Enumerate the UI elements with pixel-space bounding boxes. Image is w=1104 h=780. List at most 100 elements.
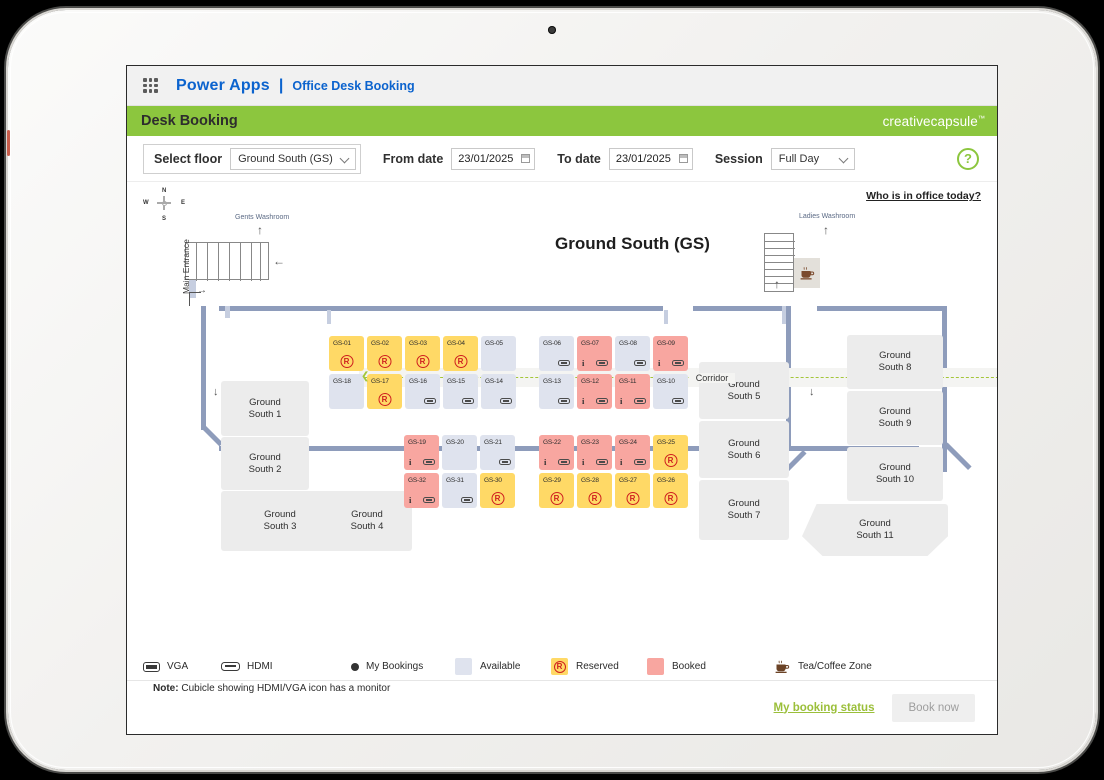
desk-gs-09[interactable]: GS-09i — [653, 336, 688, 371]
hdmi-icon — [596, 398, 608, 404]
desk-gs-02[interactable]: GS-02R — [367, 336, 402, 371]
info-icon[interactable]: i — [658, 358, 660, 368]
desk-gs-05[interactable]: GS-05 — [481, 336, 516, 371]
to-date-label: To date — [557, 152, 601, 166]
to-date-input[interactable]: 23/01/2025 — [609, 148, 693, 170]
room-ground-south-4[interactable]: GroundSouth 4 — [322, 491, 412, 551]
reserved-icon: R — [550, 492, 563, 505]
desk-id-label: GS-18 — [333, 378, 351, 385]
desk-block-d: GS-22iGS-23iGS-24iGS-25RGS-29RGS-28RGS-2… — [539, 435, 688, 508]
hdmi-icon — [221, 662, 240, 671]
desk-gs-01[interactable]: GS-01 R — [329, 336, 364, 371]
desk-id-label: GS-11 — [619, 378, 636, 385]
ladies-washroom-arrow-icon: ↑ — [823, 224, 829, 236]
desk-gs-16[interactable]: GS-16 — [405, 374, 440, 409]
help-icon[interactable]: ? — [957, 148, 979, 170]
desk-gs-21[interactable]: GS-21 — [480, 435, 515, 470]
powerapps-title[interactable]: Power Apps — [176, 77, 270, 95]
vga-icon — [143, 662, 160, 672]
corridor-label: Corridor — [689, 373, 736, 383]
reserved-icon: R — [340, 355, 353, 368]
desk-gs-12[interactable]: GS-12 i — [577, 374, 612, 409]
desk-id-label: GS-23 — [581, 439, 599, 446]
desk-id-label: GS-08 — [619, 340, 637, 347]
desk-gs-25[interactable]: GS-25R — [653, 435, 688, 470]
desk-id-label: GS-21 — [484, 439, 502, 446]
room-ground-south-1[interactable]: GroundSouth 1 — [221, 381, 309, 436]
room-ground-south-5[interactable]: GroundSouth 5 — [699, 362, 789, 419]
desk-gs-31[interactable]: GS-31 — [442, 473, 477, 508]
desk-gs-28[interactable]: GS-28R — [577, 473, 612, 508]
info-icon[interactable]: i — [544, 457, 546, 467]
room-ground-south-9[interactable]: GroundSouth 9 — [847, 391, 943, 445]
reserved-icon: R — [626, 492, 639, 505]
info-icon[interactable]: i — [582, 358, 584, 368]
info-icon[interactable]: i — [620, 457, 622, 467]
who-is-in-office-link[interactable]: Who is in office today? — [866, 190, 981, 202]
room-ground-south-11[interactable]: GroundSouth 11 — [802, 504, 948, 556]
desk-gs-30[interactable]: GS-30R — [480, 473, 515, 508]
desk-gs-13[interactable]: GS-13 — [539, 374, 574, 409]
hdmi-icon — [672, 398, 684, 404]
desk-gs-29[interactable]: GS-29R — [539, 473, 574, 508]
desk-gs-11[interactable]: GS-11 i — [615, 374, 650, 409]
info-icon[interactable]: i — [582, 457, 584, 467]
available-swatch — [455, 658, 472, 675]
wall-west — [201, 306, 206, 430]
reserved-icon: R — [588, 492, 601, 505]
power-button[interactable] — [7, 130, 10, 156]
desk-id-label: GS-12 — [581, 378, 599, 385]
desk-gs-17[interactable]: GS-17R — [367, 374, 402, 409]
waffle-grid-icon[interactable] — [143, 78, 158, 93]
desk-gs-06[interactable]: GS-06 — [539, 336, 574, 371]
room-ground-south-8[interactable]: GroundSouth 8 — [847, 335, 943, 389]
desk-gs-08[interactable]: GS-08 — [615, 336, 650, 371]
room-ground-south-7[interactable]: GroundSouth 7 — [699, 480, 789, 540]
calendar-icon[interactable] — [521, 154, 530, 163]
reserved-icon: R — [416, 355, 429, 368]
desk-id-label: GS-01 — [333, 340, 351, 347]
desk-gs-04[interactable]: GS-04 R — [443, 336, 478, 371]
reserved-icon: R — [378, 393, 391, 406]
info-icon[interactable]: i — [409, 457, 411, 467]
app-name[interactable]: Office Desk Booking — [292, 79, 414, 93]
desk-gs-19[interactable]: GS-19i — [404, 435, 439, 470]
room-ground-south-10[interactable]: GroundSouth 10 — [847, 447, 943, 501]
desk-gs-10[interactable]: GS-10 — [653, 374, 688, 409]
desk-id-label: GS-04 — [447, 340, 465, 347]
floor-select[interactable]: Ground South (GS) — [230, 148, 356, 170]
tea-cup-icon — [775, 659, 790, 674]
desk-gs-32[interactable]: GS-32i — [404, 473, 439, 508]
app-screen: Power Apps | Office Desk Booking Desk Bo… — [126, 65, 998, 735]
desk-gs-27[interactable]: GS-27R — [615, 473, 650, 508]
info-icon[interactable]: i — [409, 495, 411, 505]
session-select[interactable]: Full Day — [771, 148, 855, 170]
desk-id-label: GS-24 — [619, 439, 637, 446]
book-now-button[interactable]: Book now — [892, 694, 975, 722]
desk-gs-07[interactable]: GS-07i — [577, 336, 612, 371]
room-ground-south-2[interactable]: GroundSouth 2 — [221, 437, 309, 490]
desk-gs-22[interactable]: GS-22i — [539, 435, 574, 470]
legend-booked-label: Booked — [672, 661, 706, 672]
hdmi-icon — [461, 497, 473, 503]
info-icon[interactable]: i — [582, 396, 584, 406]
info-icon[interactable]: i — [620, 396, 622, 406]
desk-gs-20[interactable]: GS-20 — [442, 435, 477, 470]
desk-gs-26[interactable]: GS-26R — [653, 473, 688, 508]
main-entrance-label: Main Entrance — [181, 239, 191, 294]
calendar-icon[interactable] — [679, 154, 688, 163]
desk-id-label: GS-31 — [446, 477, 464, 484]
legend-hdmi-label: HDMI — [247, 661, 273, 672]
reserved-icon: R — [454, 355, 467, 368]
desk-id-label: GS-13 — [543, 378, 561, 385]
desk-gs-23[interactable]: GS-23 i — [577, 435, 612, 470]
desk-gs-03[interactable]: GS-03R — [405, 336, 440, 371]
desk-gs-24[interactable]: GS-24 i — [615, 435, 650, 470]
my-booking-status-link[interactable]: My booking status — [774, 702, 875, 714]
desk-gs-18[interactable]: GS-18 — [329, 374, 364, 409]
desk-gs-15[interactable]: GS-15 — [443, 374, 478, 409]
room-ground-south-6[interactable]: GroundSouth 6 — [699, 421, 789, 478]
desk-gs-14[interactable]: GS-14 — [481, 374, 516, 409]
page-title: Desk Booking — [141, 113, 238, 129]
from-date-input[interactable]: 23/01/2025 — [451, 148, 535, 170]
